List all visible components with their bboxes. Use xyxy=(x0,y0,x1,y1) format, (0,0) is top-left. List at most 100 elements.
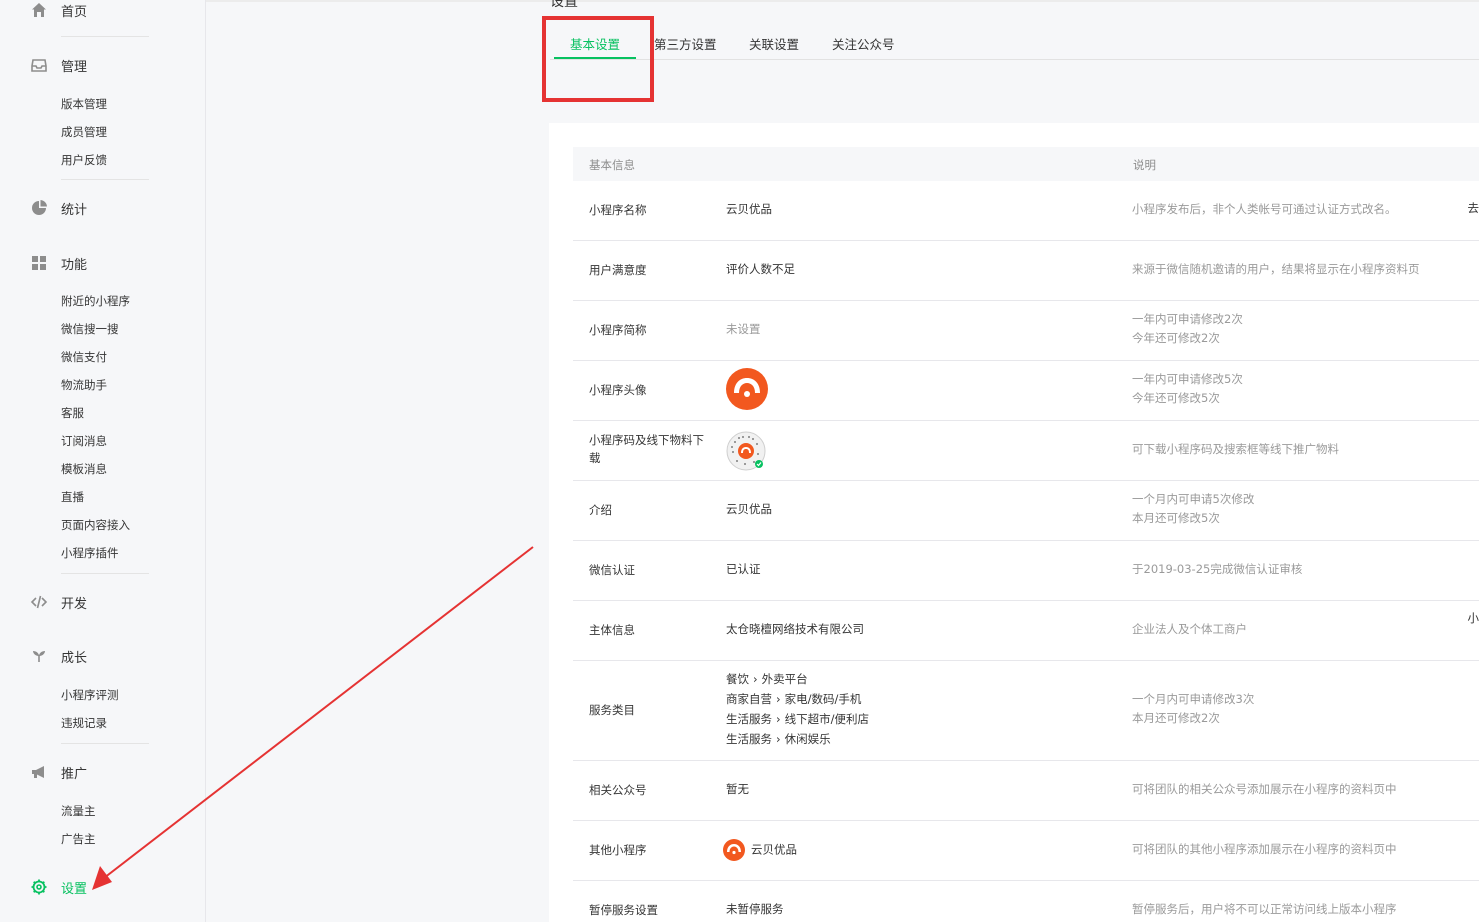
row-action-link[interactable]: 小 xyxy=(1468,610,1479,626)
home-icon xyxy=(30,1,48,19)
table-row-avatar: 小程序头像 一年内可申请修改5次 今年还可修改5次 xyxy=(573,361,1479,421)
category-list: 餐饮 › 外卖平台 商家自营 › 家电/数码/手机 生活服务 › 线下超市/便利店 生活服务… xyxy=(726,669,869,749)
row-value: 云贝优品 xyxy=(723,839,797,861)
category-primary: 商家自营 xyxy=(726,692,772,706)
sidebar-subitem-live[interactable]: 直播 xyxy=(61,489,84,505)
sidebar-subitem-feedback[interactable]: 用户反馈 xyxy=(61,152,107,168)
tab-third-party[interactable]: 第三方设置 xyxy=(654,34,717,53)
row-desc: 一年内可申请修改2次 今年还可修改2次 xyxy=(1132,310,1243,348)
chevron-right-icon: › xyxy=(776,692,781,706)
table-row-verification: 微信认证 已认证 于2019-03-25完成微信认证审核 xyxy=(573,541,1479,601)
mini-program-avatar[interactable] xyxy=(726,368,768,410)
sidebar-subitem-logistics[interactable]: 物流助手 xyxy=(61,377,107,393)
main-content: 设置 基本设置 第三方设置 关联设置 关注公众号 基本信息 说明 小程序名称 云… xyxy=(206,0,1479,922)
desc-line: 一个月内可申请5次修改 xyxy=(1132,492,1255,506)
row-label: 相关公众号 xyxy=(589,783,647,797)
category-primary: 生活服务 xyxy=(726,712,772,726)
sidebar-item-label: 管理 xyxy=(61,59,88,75)
sidebar-subitem-advertiser[interactable]: 广告主 xyxy=(61,831,96,847)
sidebar-item-manage[interactable]: 管理 xyxy=(30,55,87,75)
sidebar-subitem-members[interactable]: 成员管理 xyxy=(61,124,107,140)
sidebar-item-promote[interactable]: 推广 xyxy=(30,762,87,782)
desc-line: 一个月内可申请修改3次 xyxy=(1132,692,1255,706)
table-row-name: 小程序名称 云贝优品 小程序发布后，非个人类帐号可通过认证方式改名。 去 xyxy=(573,181,1479,241)
sidebar-subitem-template[interactable]: 模板消息 xyxy=(61,461,107,477)
other-program-name: 云贝优品 xyxy=(751,842,797,857)
row-value: 云贝优品 xyxy=(726,202,772,216)
row-label: 小程序名称 xyxy=(589,203,647,217)
sidebar-item-features[interactable]: 功能 xyxy=(30,253,87,273)
code-icon xyxy=(30,593,48,611)
table-row-categories: 服务类目 餐饮 › 外卖平台 商家自营 › 家电/数码/手机 生活服务 › 线下超市/便利店… xyxy=(573,661,1479,761)
category-secondary: 家电/数码/手机 xyxy=(784,692,862,706)
category-item: 生活服务 › 线下超市/便利店 xyxy=(726,709,869,729)
table-row-intro: 介绍 云贝优品 一个月内可申请5次修改 本月还可修改5次 xyxy=(573,481,1479,541)
desc-line: 本月还可修改5次 xyxy=(1132,511,1220,525)
category-item: 生活服务 › 休闲娱乐 xyxy=(726,729,869,749)
pie-chart-icon xyxy=(30,199,48,217)
sidebar-subitem-review[interactable]: 小程序评测 xyxy=(61,687,119,703)
row-value: 云贝优品 xyxy=(726,502,772,516)
row-value: 未设置 xyxy=(726,322,761,336)
table-row-suspend: 暂停服务设置 未暂停服务 暂停服务后，用户将不可以正常访问线上版本小程序 xyxy=(573,881,1479,922)
row-value: 已认证 xyxy=(726,562,761,576)
row-label: 小程序头像 xyxy=(589,383,647,397)
sidebar-subitem-nearby[interactable]: 附近的小程序 xyxy=(61,293,130,309)
row-label: 暂停服务设置 xyxy=(589,903,658,917)
sidebar-item-growth[interactable]: 成长 xyxy=(30,646,87,666)
sidebar-subitem-service[interactable]: 客服 xyxy=(61,405,84,421)
sidebar-subitem-subscribe[interactable]: 订阅消息 xyxy=(61,433,107,449)
tab-association[interactable]: 关联设置 xyxy=(749,34,799,53)
sidebar-subitem-search[interactable]: 微信搜一搜 xyxy=(61,321,119,337)
row-action-link[interactable]: 去 xyxy=(1468,200,1479,216)
sidebar-item-home[interactable]: 首页 xyxy=(30,0,87,20)
chevron-right-icon: › xyxy=(776,732,781,746)
sidebar-subitem-publisher[interactable]: 流量主 xyxy=(61,803,96,819)
category-item: 商家自营 › 家电/数码/手机 xyxy=(726,689,869,709)
row-value: 评价人数不足 xyxy=(726,262,795,276)
chevron-right-icon: › xyxy=(753,672,758,686)
sidebar-subitem-version[interactable]: 版本管理 xyxy=(61,96,107,112)
column-header-desc: 说明 xyxy=(1133,158,1156,172)
tab-bar: 基本设置 第三方设置 关联设置 关注公众号 xyxy=(550,25,1479,60)
row-label: 微信认证 xyxy=(589,563,635,577)
category-primary: 餐饮 xyxy=(726,672,749,686)
sidebar-subitem-plugin[interactable]: 小程序插件 xyxy=(61,545,119,561)
row-label: 服务类目 xyxy=(589,703,635,717)
row-desc: 企业法人及个体工商户 xyxy=(1132,622,1247,636)
row-desc: 一个月内可申请修改3次 本月还可修改2次 xyxy=(1132,690,1254,728)
row-desc: 可将团队的其他小程序添加展示在小程序的资料页中 xyxy=(1132,842,1397,856)
sidebar-subitem-content[interactable]: 页面内容接入 xyxy=(61,517,130,533)
table-row-other-programs: 其他小程序 云贝优品 可将团队的其他小程序添加展示在小程序的资料页中 xyxy=(573,821,1479,881)
annotation-highlight-box xyxy=(542,16,654,102)
chevron-right-icon: › xyxy=(776,712,781,726)
divider xyxy=(61,179,149,180)
sidebar-item-label: 首页 xyxy=(61,4,88,20)
category-secondary: 休闲娱乐 xyxy=(784,732,831,746)
sidebar-subitem-violations[interactable]: 违规记录 xyxy=(61,715,107,731)
sidebar-item-settings[interactable]: 设置 xyxy=(30,877,87,897)
sidebar-item-develop[interactable]: 开发 xyxy=(30,592,87,612)
row-desc: 一个月内可申请5次修改 本月还可修改5次 xyxy=(1132,490,1254,528)
divider xyxy=(61,573,149,574)
table-row-short-name: 小程序简称 未设置 一年内可申请修改2次 今年还可修改2次 xyxy=(573,301,1479,361)
desc-line: 一年内可申请修改2次 xyxy=(1132,312,1243,326)
desc-line: 今年还可修改2次 xyxy=(1132,331,1220,345)
sidebar-item-label: 统计 xyxy=(61,202,88,218)
row-label: 主体信息 xyxy=(589,623,635,637)
sidebar-item-stats[interactable]: 统计 xyxy=(30,198,87,218)
mini-program-code-icon[interactable] xyxy=(726,431,766,471)
settings-panel: 基本信息 说明 小程序名称 云贝优品 小程序发布后，非个人类帐号可通过认证方式改… xyxy=(549,123,1479,922)
category-secondary: 外卖平台 xyxy=(761,672,808,686)
page-title: 设置 xyxy=(550,0,578,10)
sidebar-subitem-pay[interactable]: 微信支付 xyxy=(61,349,107,365)
row-label: 小程序简称 xyxy=(589,323,647,337)
row-value: 太仓晓檀网络技术有限公司 xyxy=(726,622,864,636)
row-label: 小程序码及线下物料下载 xyxy=(589,433,704,465)
row-desc: 于2019-03-25完成微信认证审核 xyxy=(1132,562,1303,576)
category-item: 餐饮 › 外卖平台 xyxy=(726,669,869,689)
divider xyxy=(61,743,149,744)
row-label: 用户满意度 xyxy=(589,263,647,277)
tab-follow-official[interactable]: 关注公众号 xyxy=(832,34,895,53)
row-value: 未暂停服务 xyxy=(726,902,784,916)
